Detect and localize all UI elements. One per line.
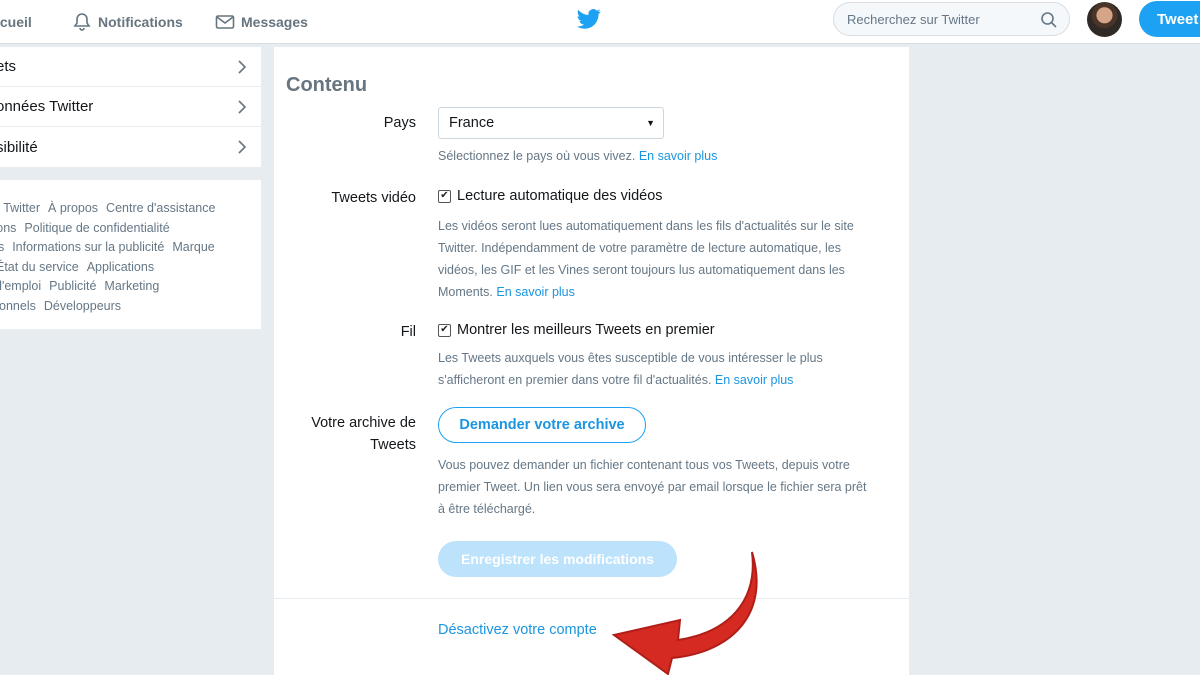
bell-icon (73, 13, 91, 31)
video-autoplay-row: ✔ Lecture automatique des vidéos (438, 188, 663, 204)
nav-home[interactable]: Accueil (0, 0, 32, 44)
archive-label: Votre archive de Tweets (274, 412, 416, 456)
annotation-arrow-icon (611, 551, 758, 675)
video-autoplay-checkbox[interactable]: ✔ (438, 189, 451, 203)
footer-link[interactable]: Marketing (104, 279, 159, 293)
settings-menu-item[interactable]: sibilité (0, 127, 261, 167)
video-help-line: Les vidéos seront lues automatiquement d… (438, 219, 854, 233)
archive-label-line: Tweets (370, 437, 416, 453)
chevron-right-icon (238, 59, 247, 74)
settings-menu-item-label: ets (0, 58, 17, 75)
footer-link[interactable]: Applications (87, 260, 154, 274)
nav-messages[interactable]: Messages (215, 0, 308, 44)
video-autoplay-label[interactable]: Lecture automatique des vidéos (457, 188, 663, 204)
learn-more-link[interactable]: En savoir plus (639, 149, 718, 163)
country-help: Sélectionnez le pays où vous vivez. En s… (438, 145, 888, 167)
timeline-help: Les Tweets auxquels vous êtes susceptibl… (438, 347, 888, 391)
avatar[interactable] (1087, 2, 1122, 37)
archive-help: Vous pouvez demander un fichier contenan… (438, 454, 888, 520)
search-icon[interactable] (1040, 11, 1058, 29)
search-input[interactable]: Recherchez sur Twitter (833, 2, 1070, 36)
video-help-line: vidéos, les GIF et les Vines seront touj… (438, 263, 845, 277)
footer-link[interactable]: Publicité (49, 279, 96, 293)
archive-help-line: Vous pouvez demander un fichier contenan… (438, 458, 850, 472)
twitter-bird-icon[interactable] (577, 9, 601, 29)
footer-link[interactable]: sionnels (0, 299, 36, 313)
video-label: Tweets vidéo (331, 190, 416, 206)
settings-menu: ets onnées Twitter sibilité (0, 47, 261, 167)
country-label: Pays (383, 115, 416, 131)
video-help-line: Twitter. Indépendamment de votre paramèt… (438, 241, 842, 255)
nav-notifications-label: Notifications (98, 14, 183, 30)
learn-more-link[interactable]: En savoir plus (715, 373, 794, 387)
chevron-right-icon (238, 140, 247, 154)
country-help-text: Sélectionnez le pays où vous vivez. (438, 149, 636, 163)
content-settings-panel: Contenu Pays France ▼ Sélectionnez le pa… (274, 47, 909, 675)
footer-link[interactable]: État du service (0, 260, 79, 274)
settings-menu-item[interactable]: ets (0, 47, 261, 87)
timeline-help-line: s'afficheront en premier dans votre fil … (438, 373, 712, 387)
footer-link[interactable]: Informations sur la publicité (12, 240, 164, 254)
footer-link[interactable]: 9 Twitter (0, 201, 40, 215)
settings-menu-item[interactable]: onnées Twitter (0, 87, 261, 127)
country-select-value: France (449, 115, 495, 131)
divider (274, 598, 909, 599)
archive-label-line: Votre archive de (311, 415, 416, 431)
archive-help-line: à être téléchargé. (438, 502, 536, 516)
envelope-icon (215, 15, 235, 29)
nav-home-label: Accueil (0, 14, 32, 30)
country-select[interactable]: France ▼ (438, 107, 664, 139)
footer-link[interactable]: d'emploi (0, 279, 41, 293)
video-help-line: Moments. (438, 285, 493, 299)
video-help: Les vidéos seront lues automatiquement d… (438, 215, 888, 303)
footer-link[interactable]: tions (0, 221, 16, 235)
footer-link[interactable]: Centre d'assistance (106, 201, 215, 215)
chevron-right-icon (238, 99, 247, 114)
footer-links: 9 Twitter À propos Centre d'assistance tio… (0, 180, 261, 329)
footer-link[interactable]: Développeurs (44, 299, 121, 313)
caret-down-icon: ▼ (646, 118, 655, 128)
deactivate-account-link[interactable]: Désactivez votre compte (438, 622, 597, 638)
tweet-button[interactable]: Tweet (1139, 1, 1200, 37)
footer-link[interactable]: es (0, 240, 4, 254)
request-archive-button[interactable]: Demander votre archive (438, 407, 646, 443)
search-placeholder: Recherchez sur Twitter (847, 11, 980, 27)
timeline-best-tweets-row: ✔ Montrer les meilleurs Tweets en premie… (438, 322, 715, 338)
timeline-best-tweets-label[interactable]: Montrer les meilleurs Tweets en premier (457, 322, 715, 338)
nav-messages-label: Messages (241, 14, 308, 30)
nav-notifications[interactable]: Notifications (72, 0, 183, 44)
top-nav: Accueil Notifications Messages Recherche… (0, 0, 1200, 44)
learn-more-link[interactable]: En savoir plus (496, 285, 575, 299)
settings-menu-item-label: sibilité (0, 138, 38, 156)
timeline-label: Fil (400, 324, 416, 340)
timeline-best-tweets-checkbox[interactable]: ✔ (438, 323, 451, 337)
footer-link[interactable]: À propos (48, 201, 98, 215)
footer-link[interactable]: Politique de confidentialité (24, 221, 169, 235)
section-title: Contenu (286, 74, 368, 96)
settings-menu-item-label: onnées Twitter (0, 98, 94, 115)
timeline-help-line: Les Tweets auxquels vous êtes susceptibl… (438, 351, 823, 365)
footer-link[interactable]: Marque (172, 240, 214, 254)
archive-help-line: premier Tweet. Un lien vous sera envoyé … (438, 480, 867, 494)
